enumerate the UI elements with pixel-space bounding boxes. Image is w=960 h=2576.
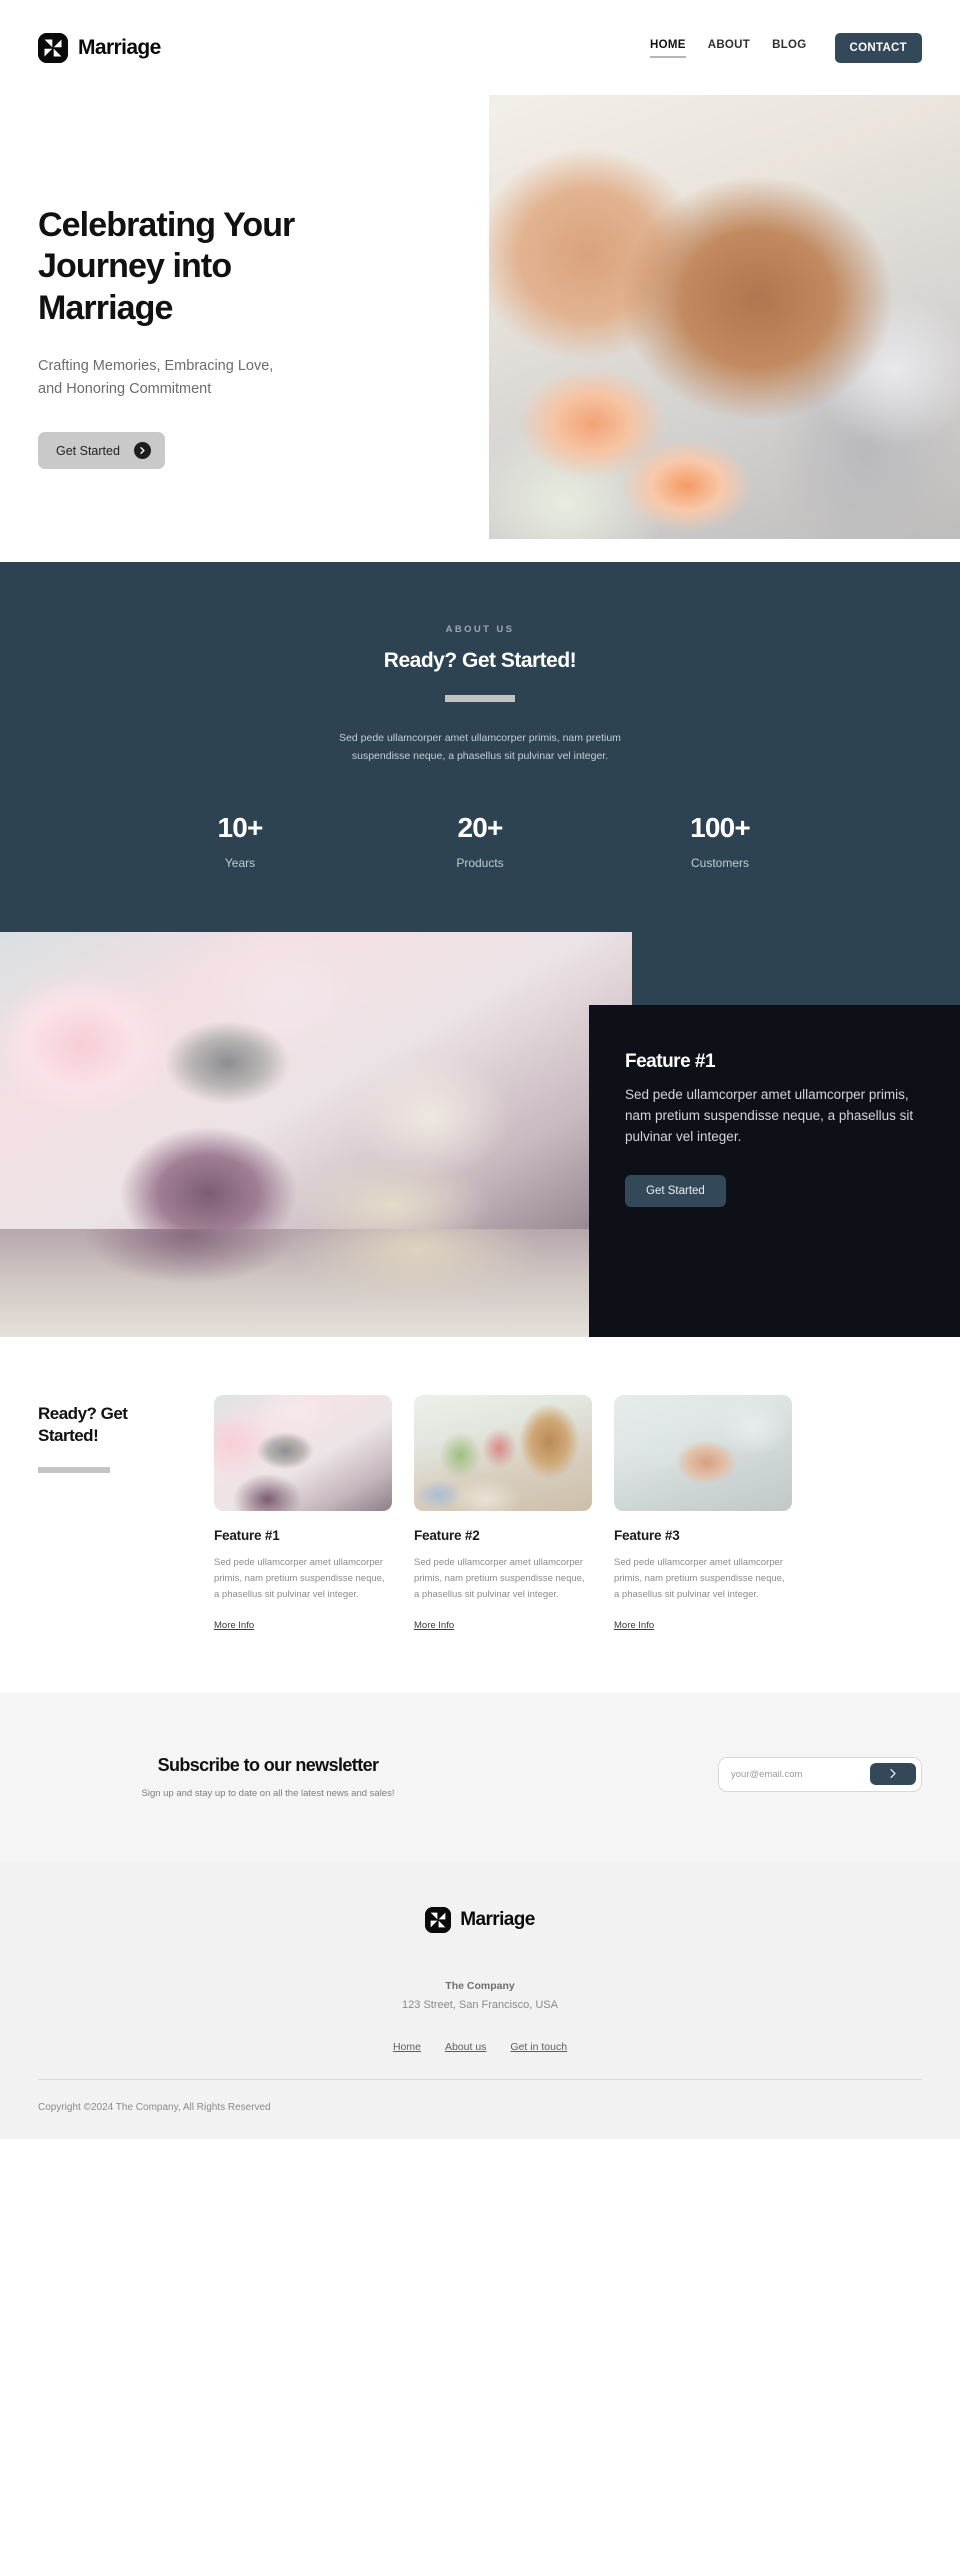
stat-item: 100+ Customers <box>600 812 840 870</box>
features-heading: Ready? Get Started! <box>38 1403 128 1445</box>
hero-copy: Celebrating Your Journey into Marriage C… <box>38 205 438 470</box>
brand-logo[interactable]: Marriage <box>38 32 161 63</box>
landing-page: Marriage HOME ABOUT BLOG CONTACT Celebra… <box>0 0 960 2139</box>
footer-brand-logo[interactable]: Marriage <box>425 1906 535 1933</box>
main-nav: HOME ABOUT BLOG CONTACT <box>650 32 922 63</box>
arrow-right-circle-icon <box>133 442 151 460</box>
feature-cards: Feature #1 Sed pede ullamcorper amet ull… <box>214 1394 922 1633</box>
newsletter-section: Subscribe to our newsletter Sign up and … <box>0 1692 960 1861</box>
feature-highlight-card: Feature #1 Sed pede ullamcorper amet ull… <box>589 1004 960 1337</box>
feature-card-more-info-link[interactable]: More Info <box>214 1620 254 1631</box>
feature-card-title: Feature #2 <box>414 1527 480 1543</box>
nav-item-about[interactable]: ABOUT <box>708 39 750 56</box>
feature-card-image <box>414 1394 592 1511</box>
hero-title: Celebrating Your Journey into Marriage <box>38 206 295 327</box>
about-inner: ABOUT US Ready? Get Started! Sed pede ul… <box>0 624 960 766</box>
site-header: Marriage HOME ABOUT BLOG CONTACT <box>0 0 960 95</box>
features-heading-block: Ready? Get Started! <box>38 1395 188 1473</box>
feature-card-body: Sed pede ullamcorper amet ullamcorper pr… <box>214 1556 385 1601</box>
feature-card-image <box>614 1394 792 1511</box>
hero-subtitle: Crafting Memories, Embracing Love, and H… <box>38 358 274 397</box>
feature-card-get-started-button[interactable]: Get Started <box>625 1174 726 1207</box>
stat-value: 10+ <box>217 811 263 843</box>
footer-brand-name: Marriage <box>460 1908 535 1930</box>
about-section: ABOUT US Ready? Get Started! Sed pede ul… <box>0 562 960 932</box>
newsletter-subtitle: Sign up and stay up to date on all the l… <box>141 1787 395 1799</box>
newsletter-email-input[interactable] <box>724 1762 870 1786</box>
about-eyebrow: ABOUT US <box>445 624 515 635</box>
hero-get-started-label: Get Started <box>56 443 120 458</box>
pinwheel-logo-icon <box>425 1906 452 1933</box>
footer-company-name: The Company <box>445 1979 515 1992</box>
stat-label: Customers <box>690 855 749 870</box>
hero-section: Celebrating Your Journey into Marriage C… <box>0 94 960 562</box>
stats-row: 10+ Years 20+ Products 100+ Customers <box>0 812 960 870</box>
feature-card-more-info-link[interactable]: More Info <box>614 1620 654 1631</box>
about-title: Ready? Get Started! <box>383 649 577 672</box>
stat-label: Products <box>456 855 504 870</box>
feature-card[interactable]: Feature #1 Sed pede ullamcorper amet ull… <box>214 1394 392 1633</box>
about-spacer <box>0 870 960 932</box>
site-footer: Marriage The Company 123 Street, San Fra… <box>0 1860 960 2139</box>
stat-value: 100+ <box>690 811 751 843</box>
feature-card-title: Feature #1 <box>625 1050 716 1072</box>
feature-card-image <box>214 1394 392 1511</box>
nav-item-home[interactable]: HOME <box>650 39 686 58</box>
brand-name: Marriage <box>78 35 161 59</box>
contact-button[interactable]: CONTACT <box>834 32 922 63</box>
feature-band-section: Feature #1 Sed pede ullamcorper amet ull… <box>0 931 960 1337</box>
newsletter-form <box>718 1756 922 1792</box>
feature-card-title: Feature #1 <box>214 1527 280 1543</box>
pinwheel-logo-icon <box>38 32 68 63</box>
features-divider <box>38 1466 110 1473</box>
hero-image <box>489 94 960 539</box>
feature-band-image <box>0 931 632 1229</box>
stat-item: 20+ Products <box>360 812 600 870</box>
feature-card-more-info-link[interactable]: More Info <box>414 1620 454 1631</box>
copyright-text: Copyright ©2024 The Company, All Rights … <box>38 2101 271 2113</box>
stat-item: 10+ Years <box>120 812 360 870</box>
about-body: Sed pede ullamcorper amet ullamcorper pr… <box>339 732 621 763</box>
features-section: Ready? Get Started! Feature #1 Sed pede … <box>0 1336 960 1693</box>
feature-card-body: Sed pede ullamcorper amet ullamcorper pr… <box>614 1556 785 1601</box>
feature-card-body: Sed pede ullamcorper amet ullamcorper pr… <box>414 1556 585 1601</box>
stat-value: 20+ <box>457 811 503 843</box>
footer-link-about-us[interactable]: About us <box>445 2041 486 2053</box>
chevron-right-icon <box>889 1767 897 1782</box>
feature-card-title: Feature #3 <box>614 1527 680 1543</box>
feature-card[interactable]: Feature #2 Sed pede ullamcorper amet ull… <box>414 1394 592 1633</box>
feature-band-image-tail <box>0 1228 632 1337</box>
newsletter-copy: Subscribe to our newsletter Sign up and … <box>38 1751 498 1799</box>
feature-card[interactable]: Feature #3 Sed pede ullamcorper amet ull… <box>614 1394 792 1633</box>
newsletter-submit-button[interactable] <box>870 1763 916 1786</box>
feature-card-body: Sed pede ullamcorper amet ullamcorper pr… <box>625 1086 914 1144</box>
newsletter-title: Subscribe to our newsletter <box>157 1754 379 1775</box>
footer-link-home[interactable]: Home <box>393 2041 421 2053</box>
hero-get-started-button[interactable]: Get Started <box>38 432 165 470</box>
nav-item-blog[interactable]: BLOG <box>772 39 806 56</box>
footer-link-get-in-touch[interactable]: Get in touch <box>510 2041 567 2053</box>
footer-links: Home About us Get in touch <box>38 2041 922 2053</box>
about-divider <box>445 695 515 702</box>
newsletter-form-wrap <box>718 1751 922 1792</box>
footer-address: 123 Street, San Francisco, USA <box>402 1998 558 2011</box>
stat-label: Years <box>224 855 256 870</box>
